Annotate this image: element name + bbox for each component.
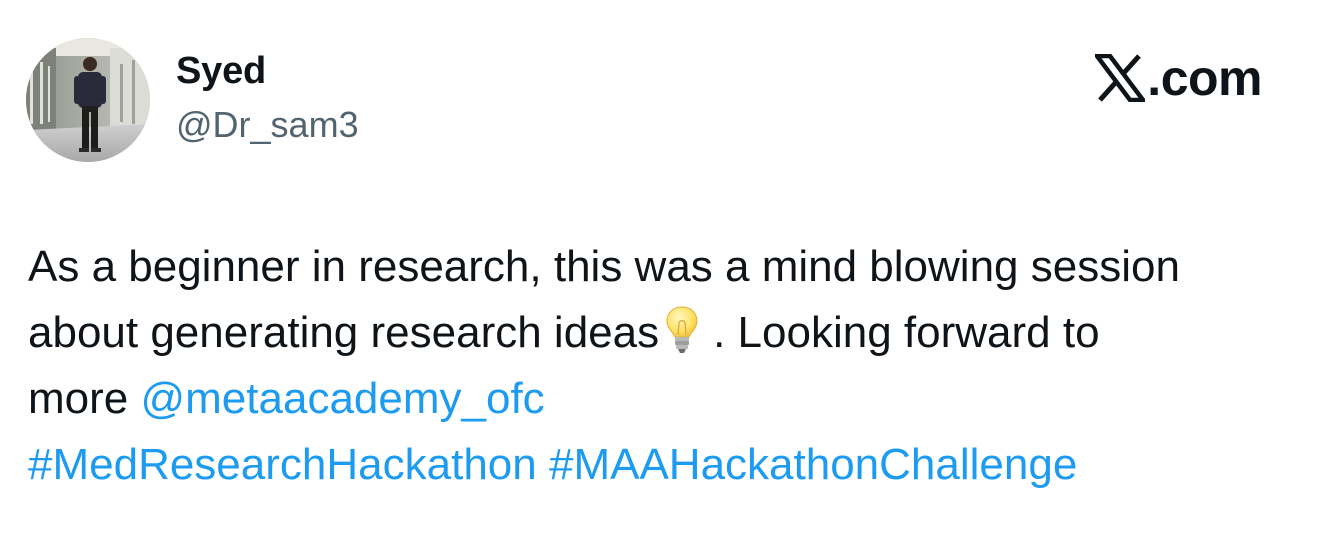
tweet-line-2-start: about generating research ideas (28, 308, 660, 357)
light-bulb-icon (666, 306, 698, 353)
author-name[interactable]: Syed (176, 50, 266, 93)
hashtag-link-1[interactable]: #MedResearchHackathon (28, 440, 537, 489)
tweet-line-4: #MedResearchHackathon #MAAHackathonChall… (28, 432, 1298, 498)
tweet-line-3: more @metaacademy_ofc (28, 366, 1298, 432)
tweet-line-3-start: more (28, 374, 141, 423)
tweet-line-2: about generating research ideas . Lookin… (28, 300, 1298, 366)
tweet-line-1: As a beginner in research, this was a mi… (28, 242, 1180, 291)
tweet-card: Syed @Dr_sam3 .com As a beginner in rese… (0, 0, 1320, 550)
tweet-line-2-end: . Looking forward to (713, 308, 1100, 357)
avatar-photo (26, 38, 150, 162)
brand-domain: .com (1147, 50, 1262, 106)
mention-link[interactable]: @metaacademy_ofc (140, 374, 544, 423)
brand: .com (1095, 50, 1262, 106)
author-handle[interactable]: @Dr_sam3 (176, 104, 359, 146)
tweet-text: As a beginner in research, this was a mi… (28, 234, 1298, 498)
hashtag-link-2[interactable]: #MAAHackathonChallenge (549, 440, 1077, 489)
avatar[interactable] (26, 38, 150, 162)
x-logo-icon (1095, 54, 1146, 102)
